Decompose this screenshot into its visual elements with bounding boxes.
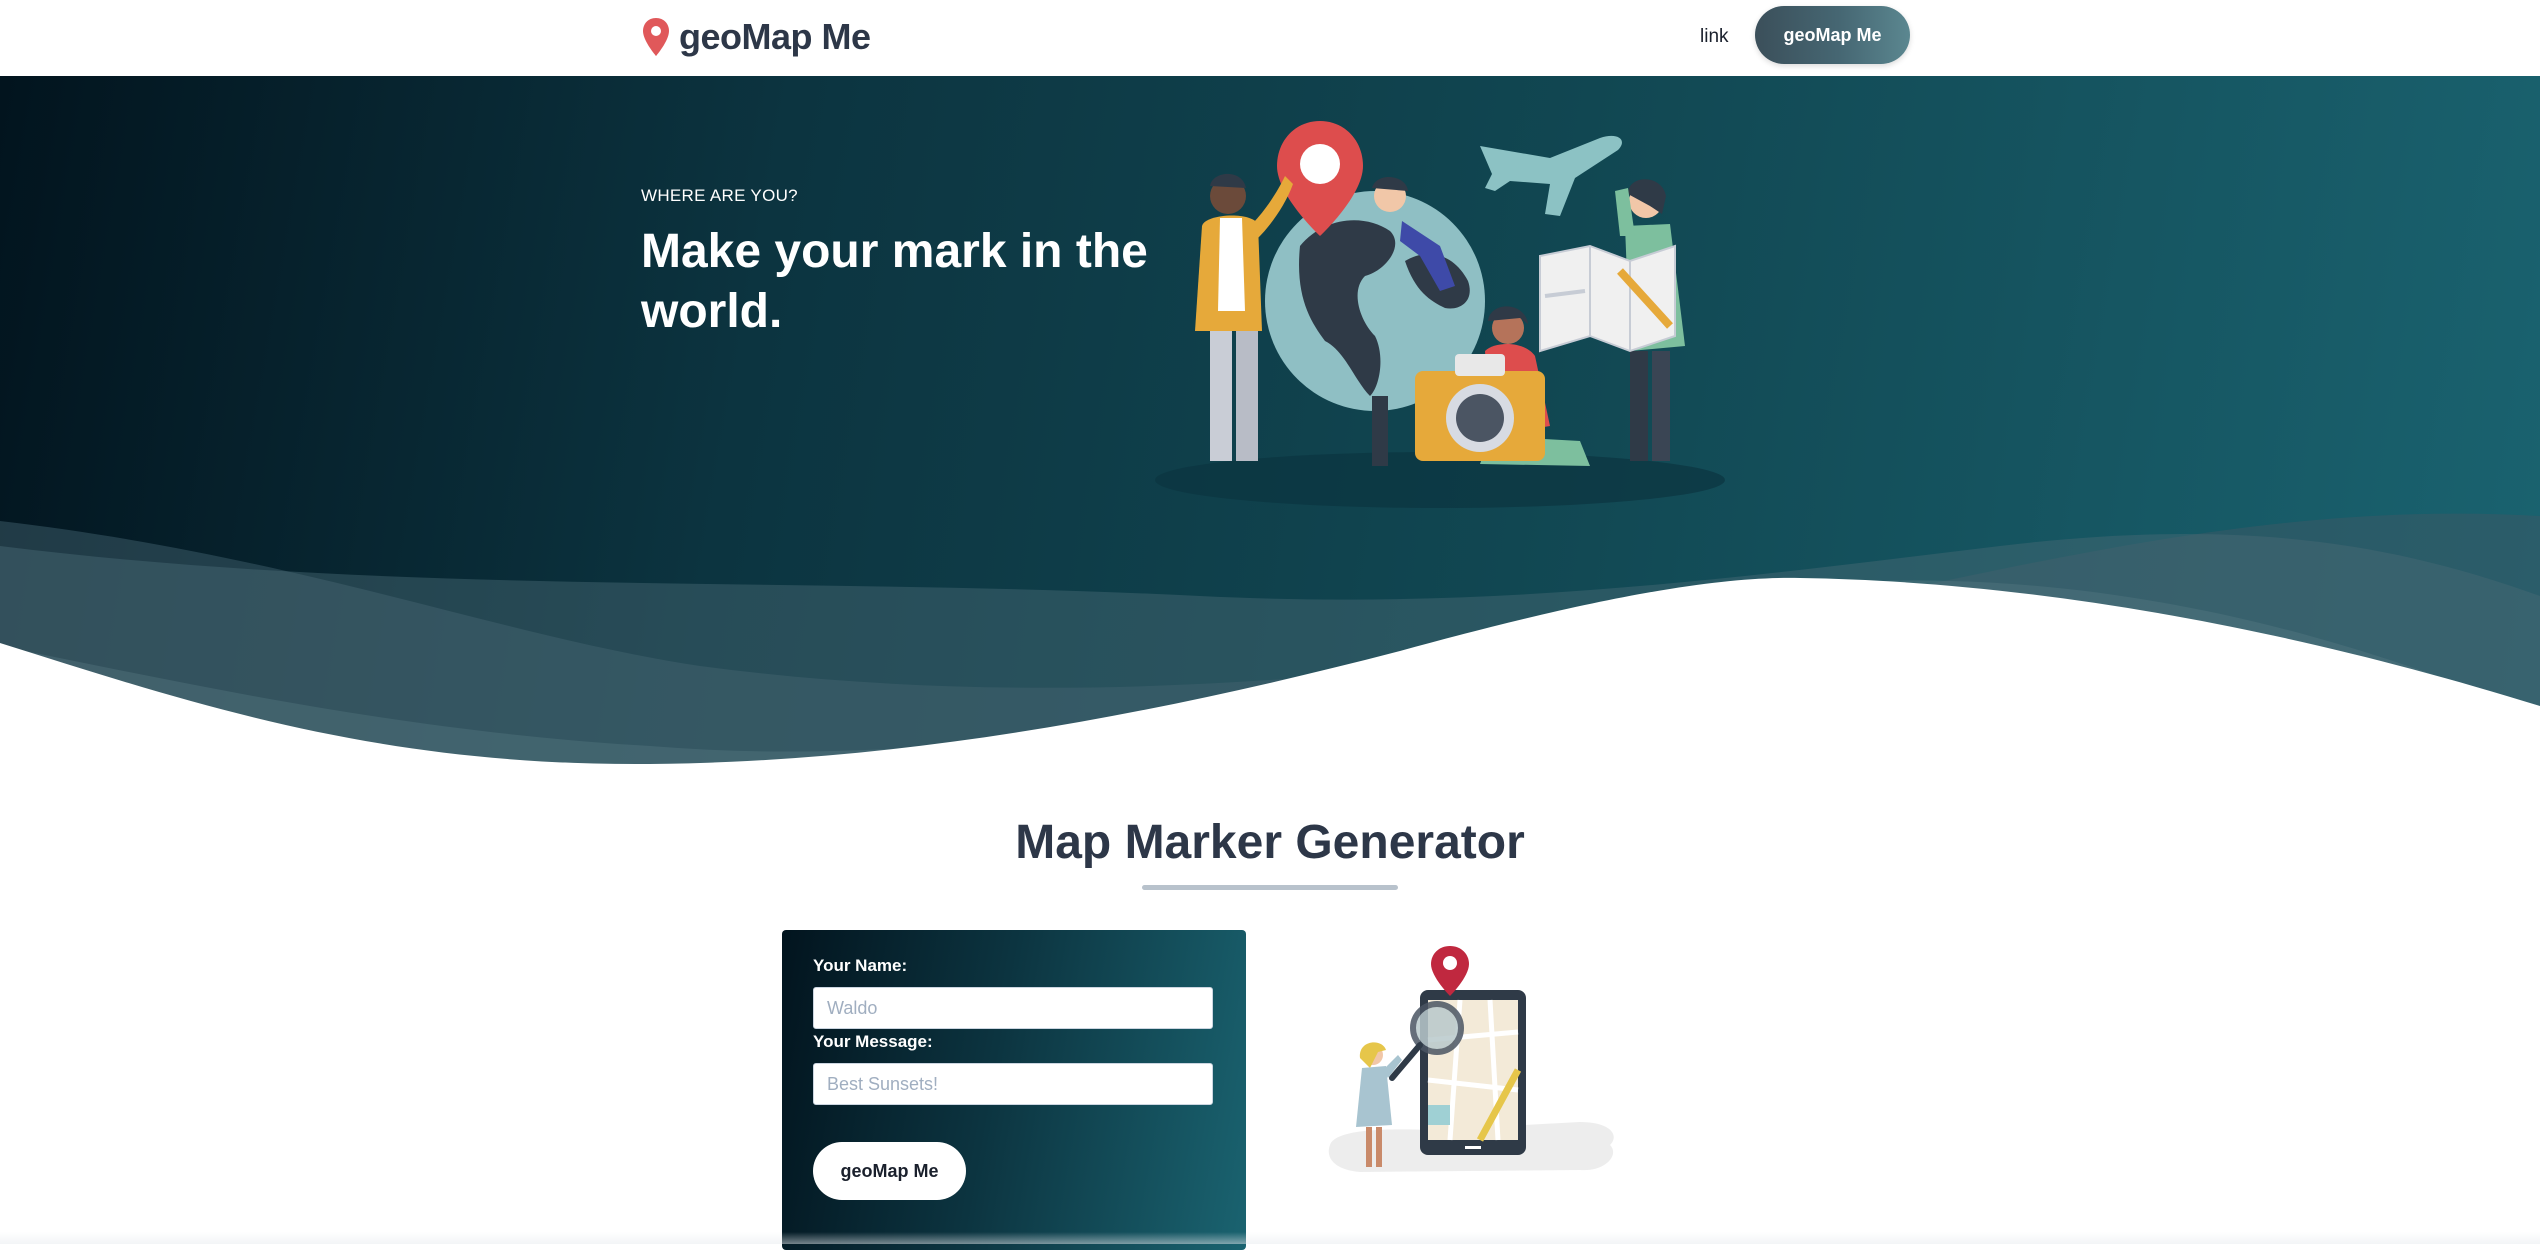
hero-eyebrow: WHERE ARE YOU? <box>641 186 798 205</box>
travelers-globe-illustration <box>1155 121 1725 508</box>
brand-logo[interactable]: geoMap Me <box>641 14 871 60</box>
hero-headline: Make your mark in the world. <box>641 225 1148 338</box>
marker-form-card: Your Name: Your Message: geoMap Me <box>782 930 1246 1250</box>
phone-map-search-illustration <box>1328 946 1614 1172</box>
brand-name: geoMap Me <box>679 16 871 57</box>
nav-cta-button[interactable]: geoMap Me <box>1755 6 1910 64</box>
title-underline <box>1142 885 1398 890</box>
name-label: Your Name: <box>813 956 908 975</box>
map-pin-icon <box>643 18 669 56</box>
bottom-fade <box>0 1232 2540 1244</box>
navbar: geoMap Me link geoMap Me <box>0 0 2540 76</box>
hero-section: WHERE ARE YOU? Make your mark in the wor… <box>0 76 2540 766</box>
section-title: Map Marker Generator <box>1015 816 1525 869</box>
name-input[interactable] <box>813 987 1213 1029</box>
nav-link[interactable]: link <box>1700 22 1729 52</box>
submit-button[interactable]: geoMap Me <box>813 1142 966 1200</box>
message-input[interactable] <box>813 1063 1213 1105</box>
message-label: Your Message: <box>813 1032 933 1051</box>
